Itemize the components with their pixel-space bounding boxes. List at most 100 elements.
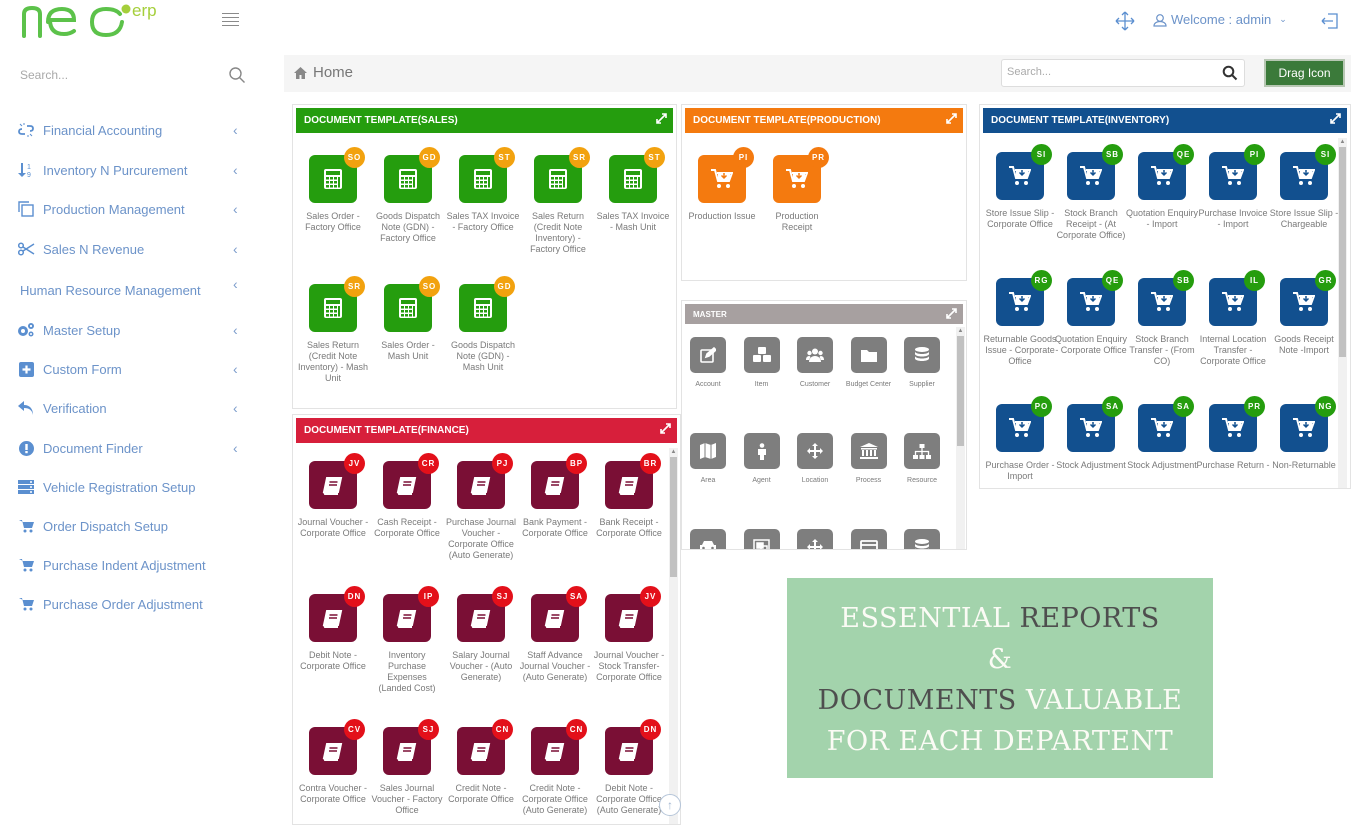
- master-tile-resource[interactable]: Resource: [895, 433, 949, 484]
- document-tile-goods-dispatch-note-gdn-factory-office[interactable]: GD Goods Dispatch Note (GDN) - Factory Of…: [371, 147, 445, 244]
- document-tile-purchase-invoice-import[interactable]: PI Purchase Invoice - Import: [1196, 144, 1270, 230]
- tile-label: Debit Note - Corporate Office (Auto Gene…: [596, 783, 662, 815]
- sidebar-item-custom-form[interactable]: Custom Form ‹: [0, 357, 260, 381]
- document-tile-sales-tax-invoice-mash-unit[interactable]: ST Sales TAX Invoice - Mash Unit: [596, 147, 670, 233]
- document-tile-goods-dispatch-note-gdn-mash-unit[interactable]: GD Goods Dispatch Note (GDN) - Mash Unit: [446, 276, 520, 373]
- document-tile-staff-advance-journal-voucher-auto-generate[interactable]: SA Staff Advance Journal Voucher - (Auto …: [518, 586, 592, 683]
- sidebar-item-order-dispatch[interactable]: Order Dispatch Setup: [0, 514, 260, 538]
- document-tile-inventory-purchase-expenses-landed-cost[interactable]: IP Inventory Purchase Expenses (Landed Co…: [370, 586, 444, 694]
- master-tile-move-arrows-icon[interactable]: [788, 529, 842, 549]
- panel-title: DOCUMENT TEMPLATE(INVENTORY): [991, 115, 1170, 126]
- sidebar-item-verification[interactable]: Verification ‹: [0, 396, 260, 420]
- document-tile-production-issue[interactable]: PI Production Issue: [685, 147, 759, 222]
- inventory-scrollbar[interactable]: ▲: [1338, 138, 1347, 488]
- search-icon[interactable]: [228, 66, 246, 84]
- master-tile-object-group-icon[interactable]: [735, 529, 789, 549]
- document-tile-returnable-goods-issue-corporate-office[interactable]: RG Returnable Goods Issue - Corporate Off…: [983, 270, 1057, 367]
- document-tile-store-issue-slip-corporate-office[interactable]: SI Store Issue Slip - Corporate Office: [983, 144, 1057, 230]
- document-tile-non-returnable[interactable]: NG Non-Returnable: [1267, 396, 1341, 471]
- sidebar-item-hr[interactable]: Human Resource Management ‹: [0, 276, 260, 302]
- master-tile-item[interactable]: Item: [735, 337, 789, 388]
- breadcrumb[interactable]: Home: [294, 64, 353, 81]
- document-tile-bank-payment-corporate-office[interactable]: BP Bank Payment - Corporate Office: [518, 453, 592, 539]
- document-tile-cash-receipt-corporate-office[interactable]: CR Cash Receipt - Corporate Office: [370, 453, 444, 539]
- document-tile-sales-order-factory-office[interactable]: SO Sales Order - Factory Office: [296, 147, 370, 233]
- document-tile-quotation-enquiry-corporate-office[interactable]: QE Quotation Enquiry - Corporate Office: [1054, 270, 1128, 356]
- master-tile-account[interactable]: Account: [685, 337, 735, 388]
- sidebar-item-master-setup[interactable]: Master Setup ‹: [0, 318, 260, 342]
- scroll-to-top-button[interactable]: ↑: [659, 794, 681, 816]
- finance-scrollbar[interactable]: ▲: [669, 448, 678, 824]
- master-tile-agent[interactable]: Agent: [735, 433, 789, 484]
- cart-download-icon: [1293, 418, 1315, 438]
- drag-icon-button[interactable]: Drag Icon: [1264, 59, 1345, 87]
- sidebar-item-production[interactable]: Production Management ‹: [0, 197, 260, 221]
- document-tile-stock-adjustment[interactable]: SA Stock Adjustment: [1054, 396, 1128, 471]
- document-tile-internal-location-transfer-corporate-office[interactable]: IL Internal Location Transfer - Corporate…: [1196, 270, 1270, 367]
- expand-icon[interactable]: [660, 423, 671, 434]
- sidebar-item-purchase-indent-adjustment[interactable]: Purchase Indent Adjustment: [0, 553, 260, 577]
- document-tile-sales-tax-invoice-factory-office[interactable]: ST Sales TAX Invoice - Factory Office: [446, 147, 520, 233]
- expand-icon[interactable]: [656, 113, 667, 124]
- document-tile-journal-voucher-corporate-office[interactable]: JV Journal Voucher - Corporate Office: [296, 453, 370, 539]
- sidebar-item-financial-accounting[interactable]: Financial Accounting ‹: [0, 118, 260, 142]
- sidebar-search-input[interactable]: [20, 68, 210, 82]
- document-tile-purchase-return[interactable]: PR Purchase Return -: [1196, 396, 1270, 471]
- document-tile-sales-return-credit-note-inventory-mash-unit[interactable]: SR Sales Return (Credit Note Inventory) -…: [296, 276, 370, 384]
- document-tile-credit-note-corporate-office[interactable]: CN Credit Note - Corporate Office: [444, 719, 518, 805]
- expand-icon[interactable]: [1330, 113, 1341, 124]
- menu-label: Order Dispatch Setup: [43, 518, 169, 534]
- user-menu[interactable]: Welcome : admin ⌄: [1153, 12, 1287, 27]
- document-tile-purchase-journal-voucher-corporate-office-auto-generate[interactable]: PJ Purchase Journal Voucher - Corporate O…: [444, 453, 518, 561]
- document-tile-store-issue-slip-chargeable[interactable]: SI Store Issue Slip - Chargeable: [1267, 144, 1341, 230]
- master-tile-car-icon[interactable]: [685, 529, 735, 549]
- master-tile-credit-card-icon[interactable]: [842, 529, 896, 549]
- expand-icon[interactable]: [946, 113, 957, 124]
- document-tile-debit-note-corporate-office-auto-generate[interactable]: DN Debit Note - Corporate Office (Auto Ge…: [592, 719, 666, 816]
- sidebar-item-inventory[interactable]: 19 Inventory N Purcurement ‹: [0, 158, 260, 182]
- document-tile-contra-voucher-corporate-office[interactable]: CV Contra Voucher - Corporate Office: [296, 719, 370, 805]
- document-tile-sales-return-credit-note-inventory-factory-office[interactable]: SR Sales Return (Credit Note Inventory) -…: [521, 147, 595, 255]
- document-tile-sales-order-mash-unit[interactable]: SO Sales Order - Mash Unit: [371, 276, 445, 362]
- sidebar-item-document-finder[interactable]: Document Finder ‹: [0, 436, 260, 460]
- arrow-up-icon: ↑: [667, 798, 673, 812]
- document-tile-quotation-enquiry-import[interactable]: QE Quotation Enquiry - Import: [1125, 144, 1199, 230]
- document-tile-journal-voucher-stock-transfer-corporate-office[interactable]: JV Journal Voucher - Stock Transfer- Corp…: [592, 586, 666, 683]
- search-icon[interactable]: [1222, 65, 1238, 81]
- master-tile-database-icon[interactable]: [895, 529, 949, 549]
- document-tile-salary-journal-voucher-auto-generate[interactable]: SJ Salary Journal Voucher - (Auto Generat…: [444, 586, 518, 683]
- master-tile-process[interactable]: Process: [842, 433, 896, 484]
- document-tile-credit-note-corporate-office-auto-generate[interactable]: CN Credit Note - Corporate Office (Auto G…: [518, 719, 592, 816]
- document-tile-goods-receipt-note-import[interactable]: GR Goods Receipt Note -Import: [1267, 270, 1341, 356]
- document-tile-stock-adjustment[interactable]: SA Stock Adjustment: [1125, 396, 1199, 471]
- tile-label: Salary Journal Voucher - (Auto Generate): [449, 650, 513, 682]
- dashboard-search-input[interactable]: [1007, 66, 1207, 78]
- document-tile-stock-branch-receipt-at-corporate-office[interactable]: SB Stock Branch Receipt - (At Corporate O…: [1054, 144, 1128, 241]
- tile-label: Quotation Enquiry - Corporate Office: [1054, 334, 1128, 355]
- master-tile-supplier[interactable]: Supplier: [895, 337, 949, 388]
- chevron-left-icon: ‹: [233, 241, 238, 257]
- logout-icon[interactable]: [1320, 11, 1340, 31]
- document-tile-production-receipt[interactable]: PR Production Receipt: [760, 147, 834, 233]
- sidebar-item-sales[interactable]: Sales N Revenue ‹: [0, 237, 260, 261]
- neo-erp-logo[interactable]: erp: [20, 0, 160, 42]
- master-tile-customer[interactable]: Customer: [788, 337, 842, 388]
- document-tile-debit-note-corporate-office[interactable]: DN Debit Note - Corporate Office: [296, 586, 370, 672]
- sidebar-item-vehicle-registration[interactable]: Vehicle Registration Setup: [0, 475, 260, 499]
- tile-icon-box: SR: [309, 276, 365, 332]
- expand-icon[interactable]: [946, 308, 957, 319]
- move-arrows-icon[interactable]: [1115, 11, 1135, 31]
- tile-label: Non-Returnable: [1272, 460, 1336, 470]
- document-tile-bank-receipt-corporate-office[interactable]: BR Bank Receipt - Corporate Office: [592, 453, 666, 539]
- sidebar-item-purchase-order-adjustment[interactable]: Purchase Order Adjustment: [0, 592, 260, 616]
- document-tile-stock-branch-transfer-from-co[interactable]: SB Stock Branch Transfer - (From CO): [1125, 270, 1199, 367]
- master-tile-location[interactable]: Location: [788, 433, 842, 484]
- hamburger-icon[interactable]: [222, 13, 239, 27]
- master-tile-area[interactable]: Area: [685, 433, 735, 484]
- master-scrollbar[interactable]: ▲: [956, 327, 965, 549]
- document-tile-sales-journal-voucher-factory-office[interactable]: SJ Sales Journal Voucher - Factory Office: [370, 719, 444, 816]
- master-tile-budget-center[interactable]: Budget Center: [842, 337, 896, 388]
- promo-word: FOR EACH DEPARTENT: [826, 726, 1174, 757]
- document-tile-purchase-order-import[interactable]: PO Purchase Order - Import: [983, 396, 1057, 482]
- tile-badge: SJ: [418, 719, 439, 740]
